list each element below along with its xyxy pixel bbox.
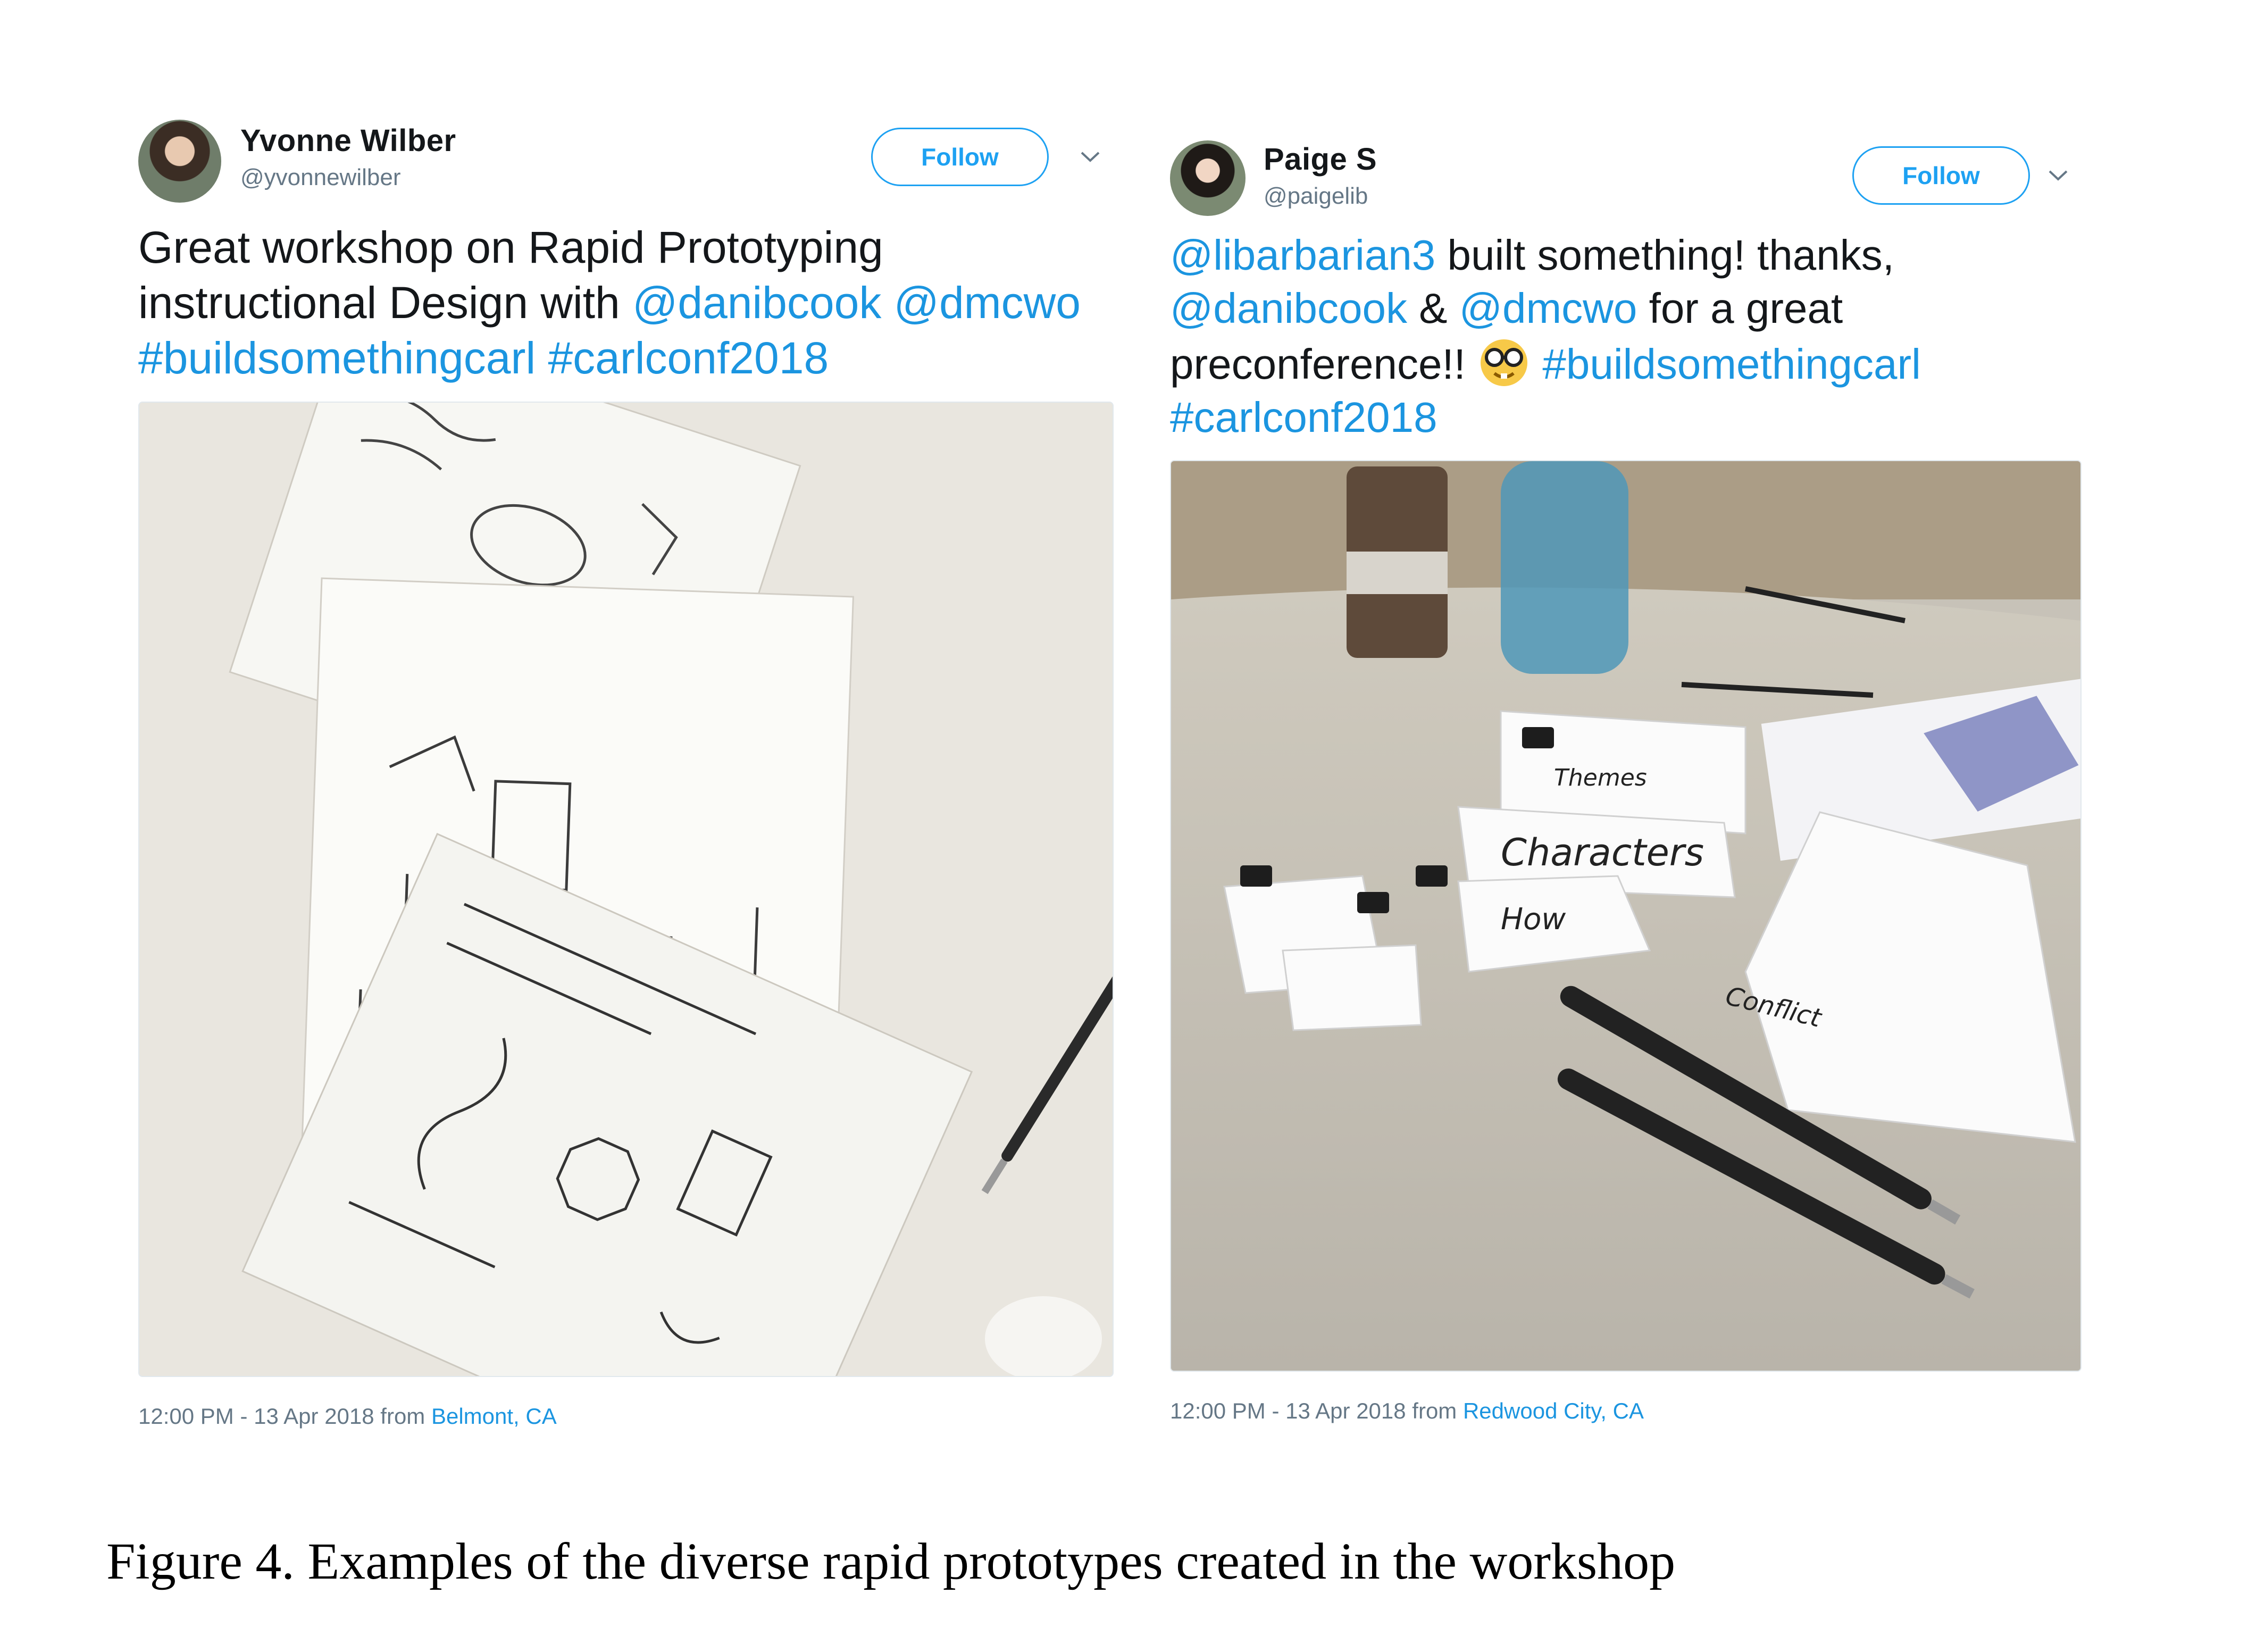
user-handle[interactable]: @yvonnewilber: [240, 164, 400, 191]
tweet-photo[interactable]: [138, 402, 1114, 1377]
user-name[interactable]: Yvonne Wilber: [240, 123, 456, 158]
timestamp-text: 12:00 PM - 13 Apr 2018 from: [1170, 1398, 1463, 1423]
mention-link[interactable]: @dmcwo: [1459, 285, 1637, 332]
figure-caption: Figure 4. Examples of the diverse rapid …: [106, 1533, 1676, 1590]
tweet-photo[interactable]: Themes Characters How Conflict: [1170, 460, 2082, 1372]
tweet-text-segment: [1531, 340, 1542, 388]
tweet-header: Yvonne Wilber @yvonnewilber Follow: [138, 114, 1117, 205]
tweet-timestamp: 12:00 PM - 13 Apr 2018 from Redwood City…: [1170, 1398, 2085, 1424]
worksheet-photo-illustration: [139, 403, 1113, 1376]
user-name[interactable]: Paige S: [1264, 141, 1377, 177]
mention-link[interactable]: @dmcwo: [894, 278, 1081, 328]
hashtag-link[interactable]: #buildsomethingcarl: [138, 333, 536, 383]
label-how: How: [1501, 902, 1566, 937]
hashtag-link[interactable]: #carlconf2018: [1170, 394, 1437, 441]
tweet-header: Paige S @paigelib Follow: [1170, 133, 2085, 223]
label-characters: Characters: [1501, 831, 1704, 874]
mention-link[interactable]: @danibcook: [632, 278, 881, 328]
tweet-paige-s: Paige S @paigelib Follow @libarbarian3 b…: [1170, 133, 2085, 1424]
tweet-text-segment: built something! thanks,: [1435, 231, 1894, 279]
avatar[interactable]: [138, 120, 221, 203]
tweet-text-segment: &: [1407, 285, 1459, 332]
tweet-text-segment: [881, 278, 893, 328]
location-link[interactable]: Redwood City, CA: [1463, 1398, 1644, 1423]
avatar[interactable]: [1170, 140, 1246, 216]
follow-button[interactable]: Follow: [871, 128, 1049, 186]
tweet-text: @libarbarian3 built something! thanks, @…: [1170, 229, 2085, 444]
user-handle[interactable]: @paigelib: [1264, 183, 1368, 210]
label-themes: Themes: [1554, 764, 1647, 791]
chevron-down-icon[interactable]: [1074, 141, 1106, 173]
hashtag-link[interactable]: #buildsomethingcarl: [1542, 340, 1921, 388]
tweet-yvonne-wilber: Yvonne Wilber @yvonnewilber Follow Great…: [138, 114, 1117, 1429]
timestamp-text: 12:00 PM - 13 Apr 2018 from: [138, 1404, 431, 1429]
tweet-timestamp: 12:00 PM - 13 Apr 2018 from Belmont, CA: [138, 1404, 1117, 1429]
nerd-face-icon: [1481, 339, 1528, 386]
mention-link[interactable]: @danibcook: [1170, 285, 1407, 332]
hashtag-link[interactable]: #carlconf2018: [548, 333, 829, 383]
tweet-text-segment: [536, 333, 548, 383]
location-link[interactable]: Belmont, CA: [431, 1404, 557, 1429]
prototype-photo-illustration: Themes Characters How Conflict: [1171, 461, 2080, 1371]
mention-link[interactable]: @libarbarian3: [1170, 231, 1435, 279]
follow-button[interactable]: Follow: [1852, 146, 2030, 205]
chevron-down-icon[interactable]: [2042, 160, 2074, 191]
tweet-text: Great workshop on Rapid Prototyping inst…: [138, 220, 1117, 386]
